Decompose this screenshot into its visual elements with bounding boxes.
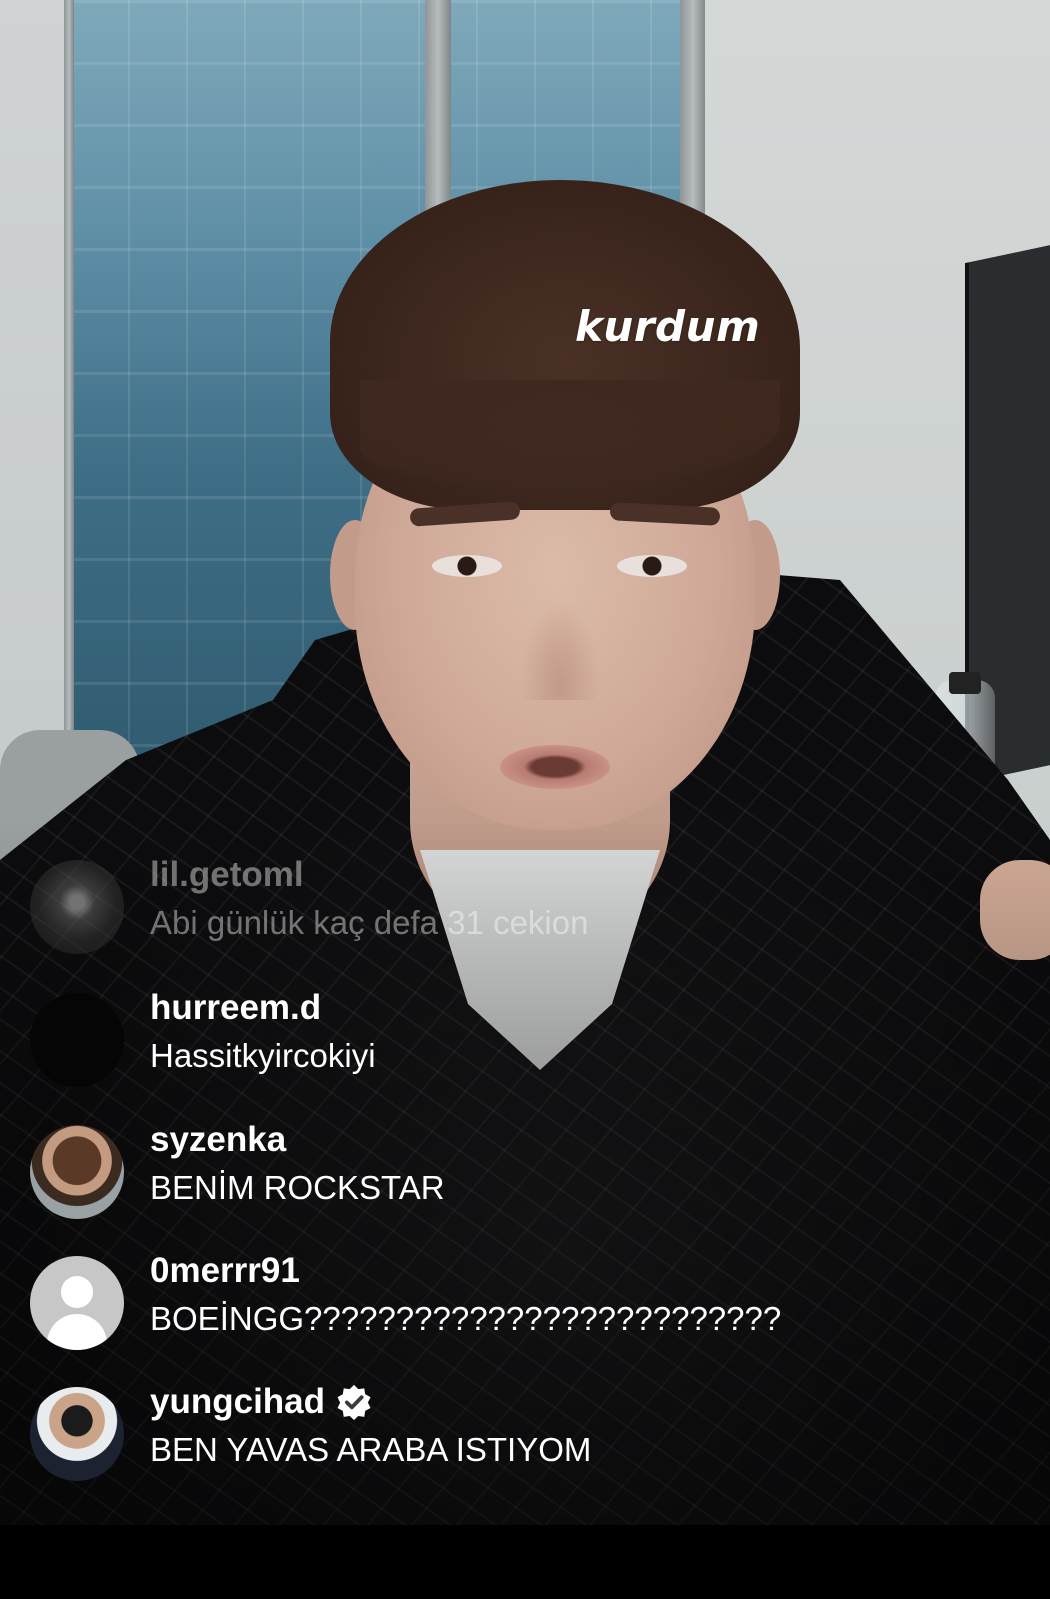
comment-item[interactable]: yungcihad BEN YAVAS ARABA ISTIYOM [30,1377,1030,1487]
comment-item[interactable]: lil.getoml Abi günlük kaç defa 31 cekion [30,850,1030,960]
comment-username[interactable]: 0merrr91 [150,1246,781,1296]
default-user-avatar-icon[interactable] [30,1256,124,1350]
comment-body: yungcihad BEN YAVAS ARABA ISTIYOM [150,1377,591,1473]
username-text: yungcihad [150,1382,326,1421]
streamer-mouth [500,745,610,789]
bottom-black-bar [0,1525,1050,1599]
caption-overlay-text: kurdum [575,302,761,351]
comment-body: lil.getoml Abi günlük kaç defa 31 cekion [150,850,588,946]
black-avatar-icon[interactable] [30,993,124,1087]
comment-message: BOEİNGG?????????????????????????? [150,1300,782,1337]
streamer-eye [617,555,687,577]
comment-body: syzenka BENİM ROCKSTAR [150,1115,445,1211]
comment-message: Hassitkyircokiyi [150,1037,376,1074]
comment-message: BENİM ROCKSTAR [150,1169,445,1206]
avatar-head-shape [61,1276,93,1308]
streamer-eye [432,555,502,577]
comment-username[interactable]: hurreem.d [150,983,376,1033]
comment-username[interactable]: syzenka [150,1115,445,1165]
comment-item[interactable]: 0merrr91 BOEİNGG????????????????????????… [30,1246,1030,1356]
manga-avatar-icon[interactable] [30,860,124,954]
comment-item[interactable]: hurreem.d Hassitkyircokiyi [30,983,1030,1093]
avatar-shoulders-shape [47,1314,107,1350]
live-stream-screen: kurdum lil.getoml Abi günlük kaç defa 31… [0,0,1050,1599]
photo-avatar-icon[interactable] [30,1387,124,1481]
comment-body: 0merrr91 BOEİNGG????????????????????????… [150,1246,781,1342]
streamer-nose [520,600,600,700]
comment-message: Abi günlük kaç defa 31 cekion [150,904,589,941]
verified-badge-icon [337,1384,371,1421]
username-text: hurreem.d [150,988,322,1027]
username-text: syzenka [150,1120,287,1159]
comment-body: hurreem.d Hassitkyircokiyi [150,983,376,1079]
comment-username[interactable]: lil.getoml [150,850,588,900]
window-frame [64,0,74,800]
comment-item[interactable]: syzenka BENİM ROCKSTAR [30,1115,1030,1225]
photo-avatar-icon[interactable] [30,1125,124,1219]
username-text: 0merrr91 [150,1251,300,1290]
username-text: lil.getoml [150,855,304,894]
comment-username[interactable]: yungcihad [150,1377,591,1427]
comment-message: BEN YAVAS ARABA ISTIYOM [150,1431,592,1468]
